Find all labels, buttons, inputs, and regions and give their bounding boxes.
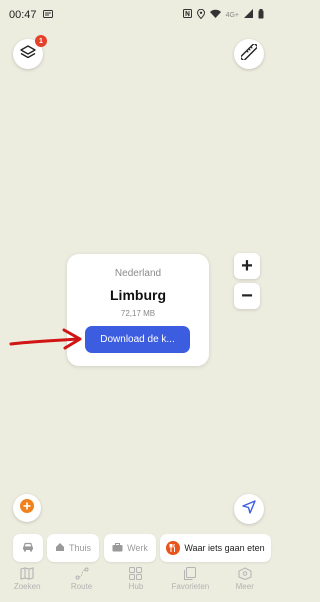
route-icon [75,566,89,580]
locate-button[interactable] [234,494,264,524]
location-icon [196,8,205,22]
status-left: 00:47 [9,9,53,21]
map-book-icon [20,566,34,580]
chip-eat-label: Waar iets gaan eten [184,543,265,553]
grid-icon [129,566,143,580]
status-time: 00:47 [9,9,37,21]
status-right: 4G+ [182,8,264,22]
nav-more[interactable]: Meer [218,566,272,591]
nav-favorites-label: Favorieten [171,582,210,591]
chip-home[interactable]: Thuis [47,534,99,562]
layers-icon [20,44,36,64]
home-icon [55,542,65,554]
nav-search-label: Zoeken [13,582,41,591]
layers-badge: 1 [35,35,47,47]
zoom-out-button[interactable]: − [234,283,260,309]
navigation-arrow-icon [242,499,256,519]
more-icon [238,566,252,580]
zoom-in-button[interactable]: + [234,253,260,279]
briefcase-icon [112,542,123,554]
wifi-icon [209,9,221,21]
message-icon [42,9,53,21]
network-type: 4G+ [225,11,239,19]
download-size: 72,17 MB [120,309,156,318]
annotation-arrow [9,328,82,350]
chip-eat[interactable]: Waar iets gaan eten [160,534,271,562]
region-name: Limburg [110,287,166,303]
nav-route-label: Route [70,582,93,591]
region-download-card: Nederland Limburg 72,17 MB Download de k… [67,254,209,366]
ruler-icon [239,42,259,65]
chip-work[interactable]: Werk [104,534,156,562]
ruler-button[interactable] [234,39,264,69]
nav-hub[interactable]: Hub [109,566,163,591]
battery-icon [258,8,264,22]
car-icon [22,542,34,554]
country-label: Nederland [114,268,162,279]
add-report-button[interactable] [13,494,41,522]
add-icon [20,498,34,518]
nav-favorites[interactable]: Favorieten [163,566,217,591]
cutlery-icon [166,541,181,555]
status-bar: 00:47 4G+ [0,0,272,30]
nav-search[interactable]: Zoeken [0,566,54,591]
chip-home-label: Thuis [68,543,91,553]
nfc-icon [182,9,192,21]
nav-route[interactable]: Route [55,566,109,591]
chip-work-label: Werk [127,543,148,553]
bottom-nav: Zoeken Route Hub Favorieten Meer [0,566,272,602]
nav-more-label: Meer [235,582,254,591]
layers-button[interactable]: 1 [13,35,47,69]
nav-hub-label: Hub [128,582,144,591]
download-map-button[interactable]: Download de k... [85,326,190,353]
chip-car[interactable] [13,534,43,562]
signal-icon [244,9,253,21]
quick-chips: Thuis Werk Waar iets gaan eten [0,534,272,562]
bookmark-icon [184,566,197,580]
